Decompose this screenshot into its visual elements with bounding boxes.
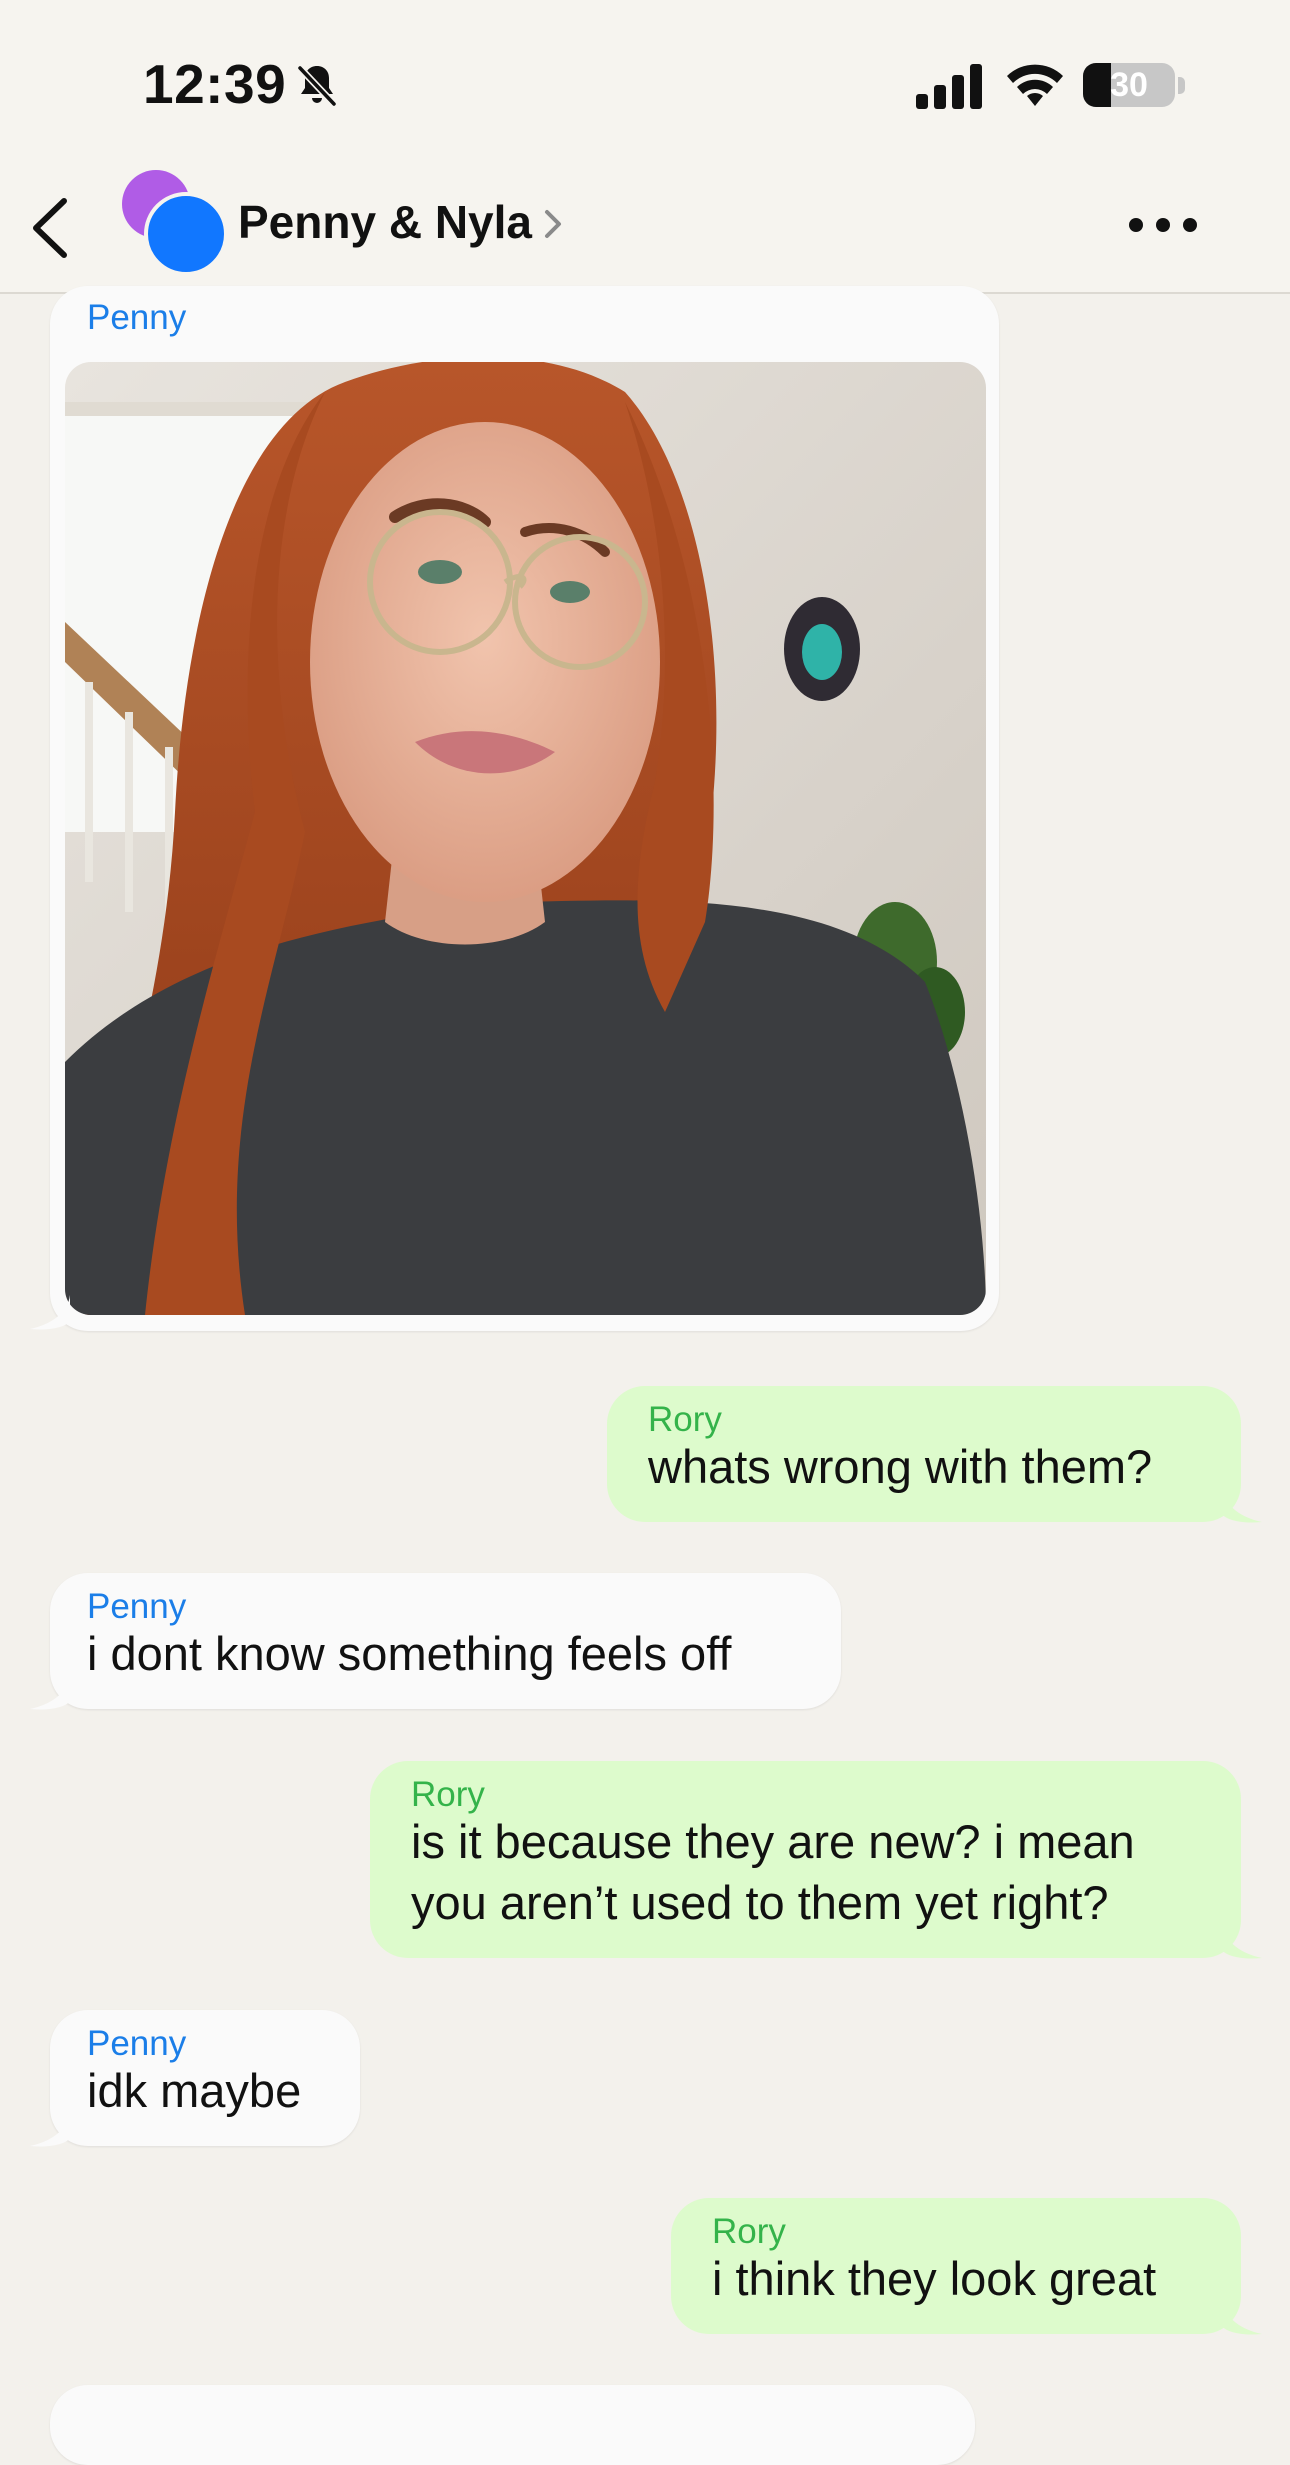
bubble-tail bbox=[30, 2112, 70, 2147]
chat-title[interactable]: Penny & Nyla bbox=[238, 195, 532, 249]
status-bar: 12:39 30 bbox=[0, 0, 1290, 170]
message-bubble-partial[interactable] bbox=[50, 2385, 975, 2465]
battery-level: 30 bbox=[1110, 65, 1148, 104]
message-bubble-in[interactable]: Penny idk maybe bbox=[50, 2010, 360, 2146]
cellular-signal-icon bbox=[916, 64, 982, 109]
sender-name: Rory bbox=[411, 1775, 485, 1814]
sender-name: Rory bbox=[648, 1400, 722, 1439]
message-bubble-out[interactable]: Rory is it because they are new? i mean … bbox=[370, 1761, 1241, 1958]
message-text-line-2: you aren’t used to them yet right? bbox=[411, 1876, 1109, 1929]
sender-name: Rory bbox=[712, 2212, 786, 2251]
sender-name: Penny bbox=[87, 2024, 187, 2063]
selfie-photo bbox=[65, 362, 986, 1315]
bubble-tail bbox=[30, 1295, 70, 1330]
status-time: 12:39 bbox=[143, 53, 287, 115]
message-text: i dont know something feels off bbox=[87, 1627, 732, 1680]
message-bubble-in[interactable]: Penny i dont know something feels off bbox=[50, 1573, 841, 1709]
message-text: idk maybe bbox=[87, 2064, 302, 2117]
bubble-tail bbox=[1222, 2300, 1262, 2335]
sender-name: Penny bbox=[87, 1587, 187, 1626]
message-text: i think they look great bbox=[712, 2252, 1157, 2305]
battery-tip bbox=[1178, 77, 1185, 94]
message-list[interactable]: Penny Rory whats wrong with them? Penny … bbox=[0, 286, 1290, 2465]
bubble-tail bbox=[1222, 1488, 1262, 1523]
message-bubble-out[interactable]: Rory i think they look great bbox=[671, 2198, 1241, 2334]
wifi-icon bbox=[1007, 64, 1063, 106]
bell-slash-icon bbox=[297, 65, 337, 107]
more-dots-icon[interactable] bbox=[1128, 212, 1198, 238]
message-text: whats wrong with them? bbox=[648, 1440, 1153, 1493]
bubble-tail bbox=[30, 1675, 70, 1710]
back-chevron-icon[interactable] bbox=[28, 195, 72, 261]
avatar-nyla bbox=[144, 192, 228, 276]
shared-photo[interactable] bbox=[65, 362, 986, 1315]
message-bubble-photo[interactable]: Penny bbox=[50, 286, 999, 1331]
sender-name: Penny bbox=[87, 298, 187, 337]
battery-icon: 30 bbox=[1083, 63, 1175, 107]
message-bubble-out[interactable]: Rory whats wrong with them? bbox=[607, 1386, 1241, 1522]
chevron-right-icon[interactable] bbox=[543, 208, 563, 240]
bubble-tail bbox=[1222, 1924, 1262, 1959]
message-text-line-1: is it because they are new? i mean bbox=[411, 1815, 1135, 1868]
chat-header: Penny & Nyla bbox=[0, 150, 1290, 294]
